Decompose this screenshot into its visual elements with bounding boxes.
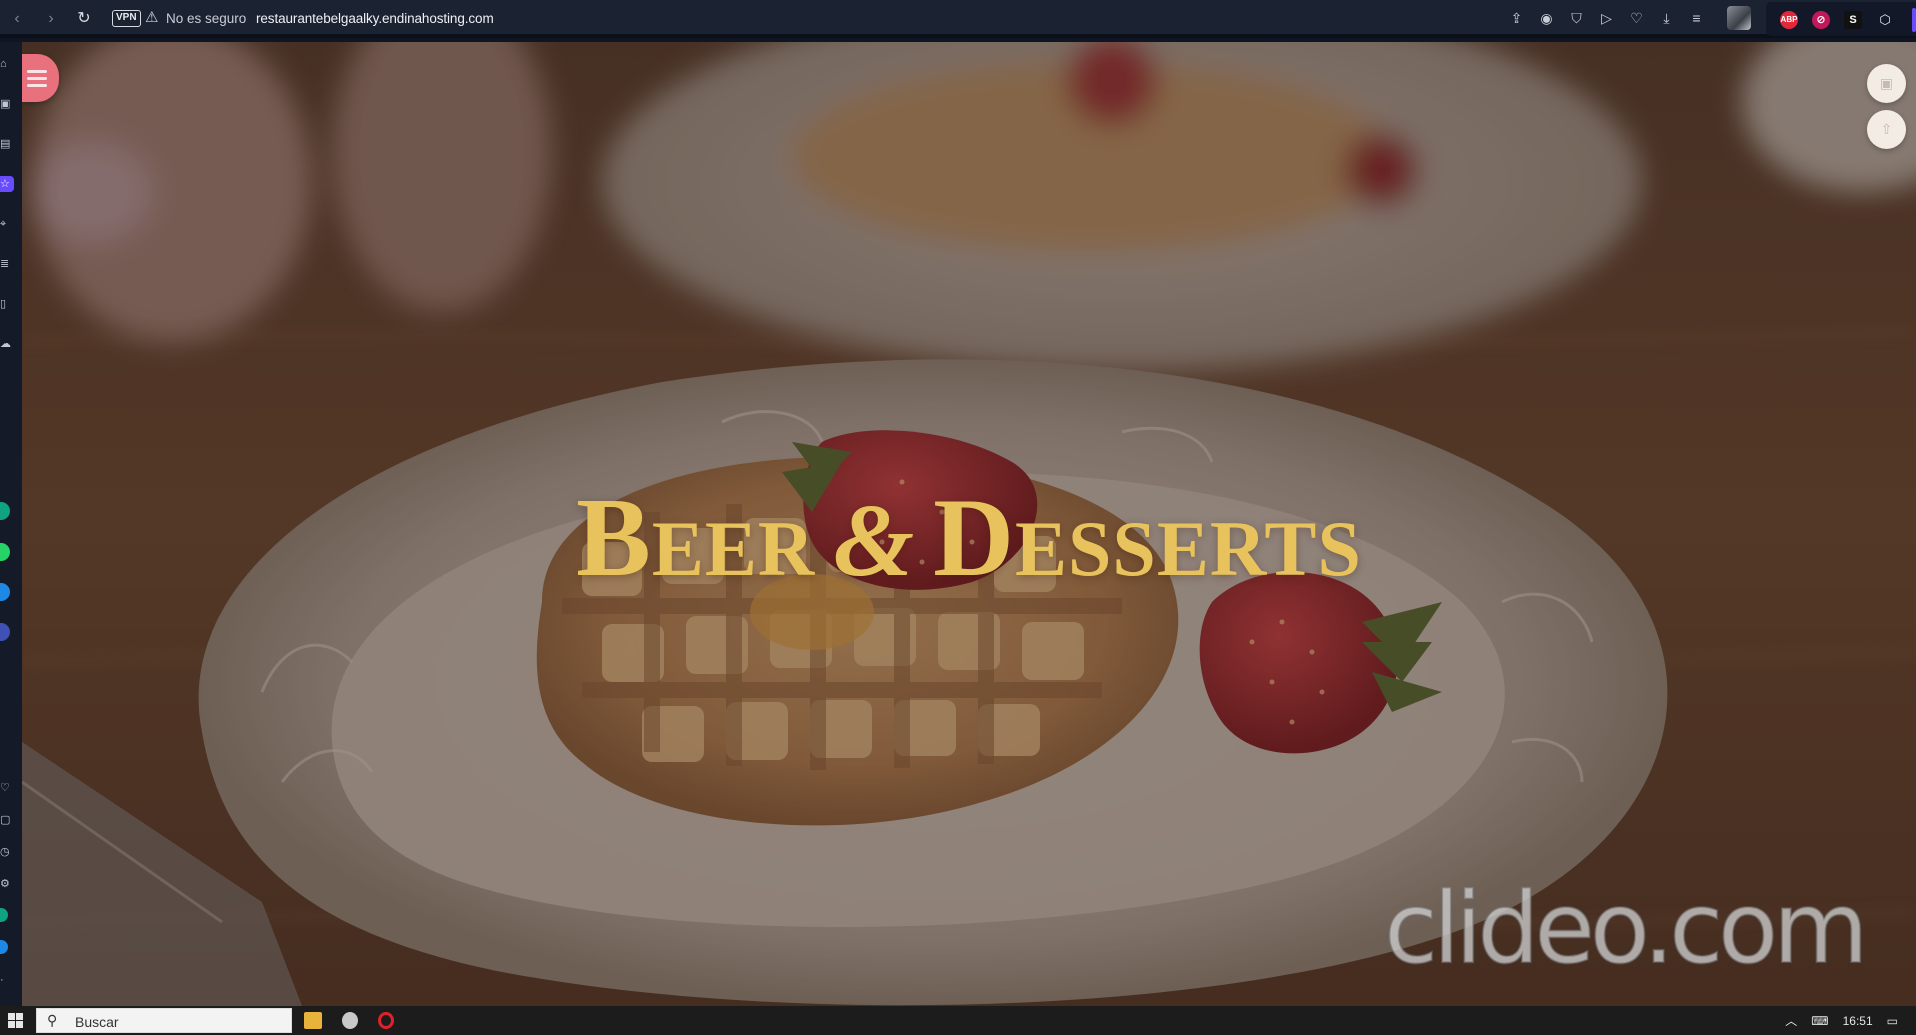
warning-icon[interactable]: ⚠ xyxy=(145,8,158,26)
camera-icon[interactable]: ◉ xyxy=(1537,8,1556,28)
messenger-icon[interactable] xyxy=(0,583,10,601)
address-bar[interactable]: restaurantebelgaalky.endinahosting.com xyxy=(256,11,494,26)
heart-outline-icon[interactable]: ♡ xyxy=(0,780,12,796)
search-icon: ⚲ xyxy=(47,1012,58,1028)
extensions-area: ABP ⊘ S ⬡ xyxy=(1766,2,1916,36)
home-icon[interactable]: ⌂ xyxy=(0,56,12,72)
title-rest-desserts: ESSERTS xyxy=(1015,505,1362,592)
translate-icon[interactable] xyxy=(0,940,8,954)
notifications-icon[interactable]: ▭ xyxy=(1887,1014,1898,1028)
square-icon[interactable]: ▢ xyxy=(0,812,12,828)
cube-extension-icon[interactable]: ⬡ xyxy=(1876,11,1894,29)
heart-icon[interactable]: ♡ xyxy=(1627,8,1646,28)
watermark-logo: clideo.com xyxy=(1383,872,1870,986)
title-initial-d: D xyxy=(933,476,1016,600)
more-icon[interactable]: · xyxy=(0,972,12,988)
browser-sidebar: ⌂ ▣ ▤ ☆ ⌖ ≣ ▯ ☁ ♡ ▢ ◷ ⚙ · xyxy=(0,42,22,1006)
reload-icon[interactable]: ↻ xyxy=(73,8,95,30)
clock-time[interactable]: 16:51 xyxy=(1843,1014,1873,1028)
title-rest-beer: EER xyxy=(651,505,816,592)
adblock-icon[interactable]: ABP xyxy=(1780,11,1798,29)
download-icon[interactable]: ⤓ xyxy=(1657,8,1676,28)
share-icon[interactable]: ⇪ xyxy=(1507,8,1526,28)
file-explorer-icon[interactable] xyxy=(304,1012,322,1029)
windows-taskbar: ⚲ Buscar ︿ ⌨ 16:51 ▭ xyxy=(0,1006,1916,1035)
chatgpt-icon[interactable] xyxy=(0,502,10,520)
windows-start-icon[interactable] xyxy=(8,1013,24,1029)
settings-icon[interactable]: ⚙ xyxy=(0,876,12,892)
cloud-icon[interactable]: ☁ xyxy=(0,336,12,352)
tabs-icon[interactable]: ▣ xyxy=(0,96,12,112)
page-action-button[interactable]: ▣ xyxy=(1867,64,1906,103)
vpn-badge[interactable]: VPN xyxy=(112,10,141,27)
forward-icon[interactable]: › xyxy=(40,8,62,30)
menu-icon[interactable]: ≡ xyxy=(1687,8,1706,28)
share-upload-icon[interactable]: ⇧ xyxy=(1867,110,1906,149)
browser-accent-strip xyxy=(1912,8,1916,32)
play-icon[interactable]: ▷ xyxy=(1597,8,1616,28)
pin-icon[interactable]: ⌖ xyxy=(0,216,12,232)
clock-icon[interactable]: ◷ xyxy=(0,844,12,860)
app-icon[interactable] xyxy=(0,908,8,922)
history-icon[interactable]: ≣ xyxy=(0,256,12,272)
taskbar-search-box[interactable]: ⚲ Buscar xyxy=(36,1008,292,1033)
chevron-up-icon[interactable]: ︿ xyxy=(1785,1012,1797,1029)
toolbar-icons: ⇪ ◉ ⛉ ▷ ♡ ⤓ ≡ xyxy=(1507,8,1706,28)
clipboard-icon[interactable]: ▯ xyxy=(0,296,12,312)
opera-browser-icon[interactable] xyxy=(378,1012,394,1029)
app-taskbar-icon[interactable] xyxy=(342,1012,358,1029)
keyboard-icon[interactable]: ⌨ xyxy=(1811,1014,1828,1028)
whatsapp-icon[interactable] xyxy=(0,543,10,561)
search-placeholder: Buscar xyxy=(75,1014,119,1030)
hero-title: BEER & DESSERTS xyxy=(22,482,1916,594)
star-icon[interactable]: ☆ xyxy=(0,176,14,192)
browser-toolbar: ‹ › ↻ VPN ⚠ No es seguro restaurantebelg… xyxy=(0,0,1916,38)
pinterest-icon[interactable] xyxy=(0,623,10,641)
title-initial-b: B xyxy=(576,476,652,600)
s-extension-icon[interactable]: S xyxy=(1844,11,1862,29)
shield-icon[interactable]: ⛉ xyxy=(1567,8,1586,28)
bookmark-icon[interactable]: ▤ xyxy=(0,136,12,152)
back-icon[interactable]: ‹ xyxy=(6,8,28,30)
title-ampersand: & xyxy=(833,483,916,598)
system-tray: ︿ ⌨ 16:51 ▭ xyxy=(1785,1006,1898,1035)
web-page: BEER & DESSERTS ▣ ⇧ clideo.com xyxy=(22,42,1916,1006)
profile-avatar[interactable] xyxy=(1727,6,1751,30)
no-tracking-icon[interactable]: ⊘ xyxy=(1812,11,1830,29)
security-status[interactable]: No es seguro xyxy=(166,11,246,26)
